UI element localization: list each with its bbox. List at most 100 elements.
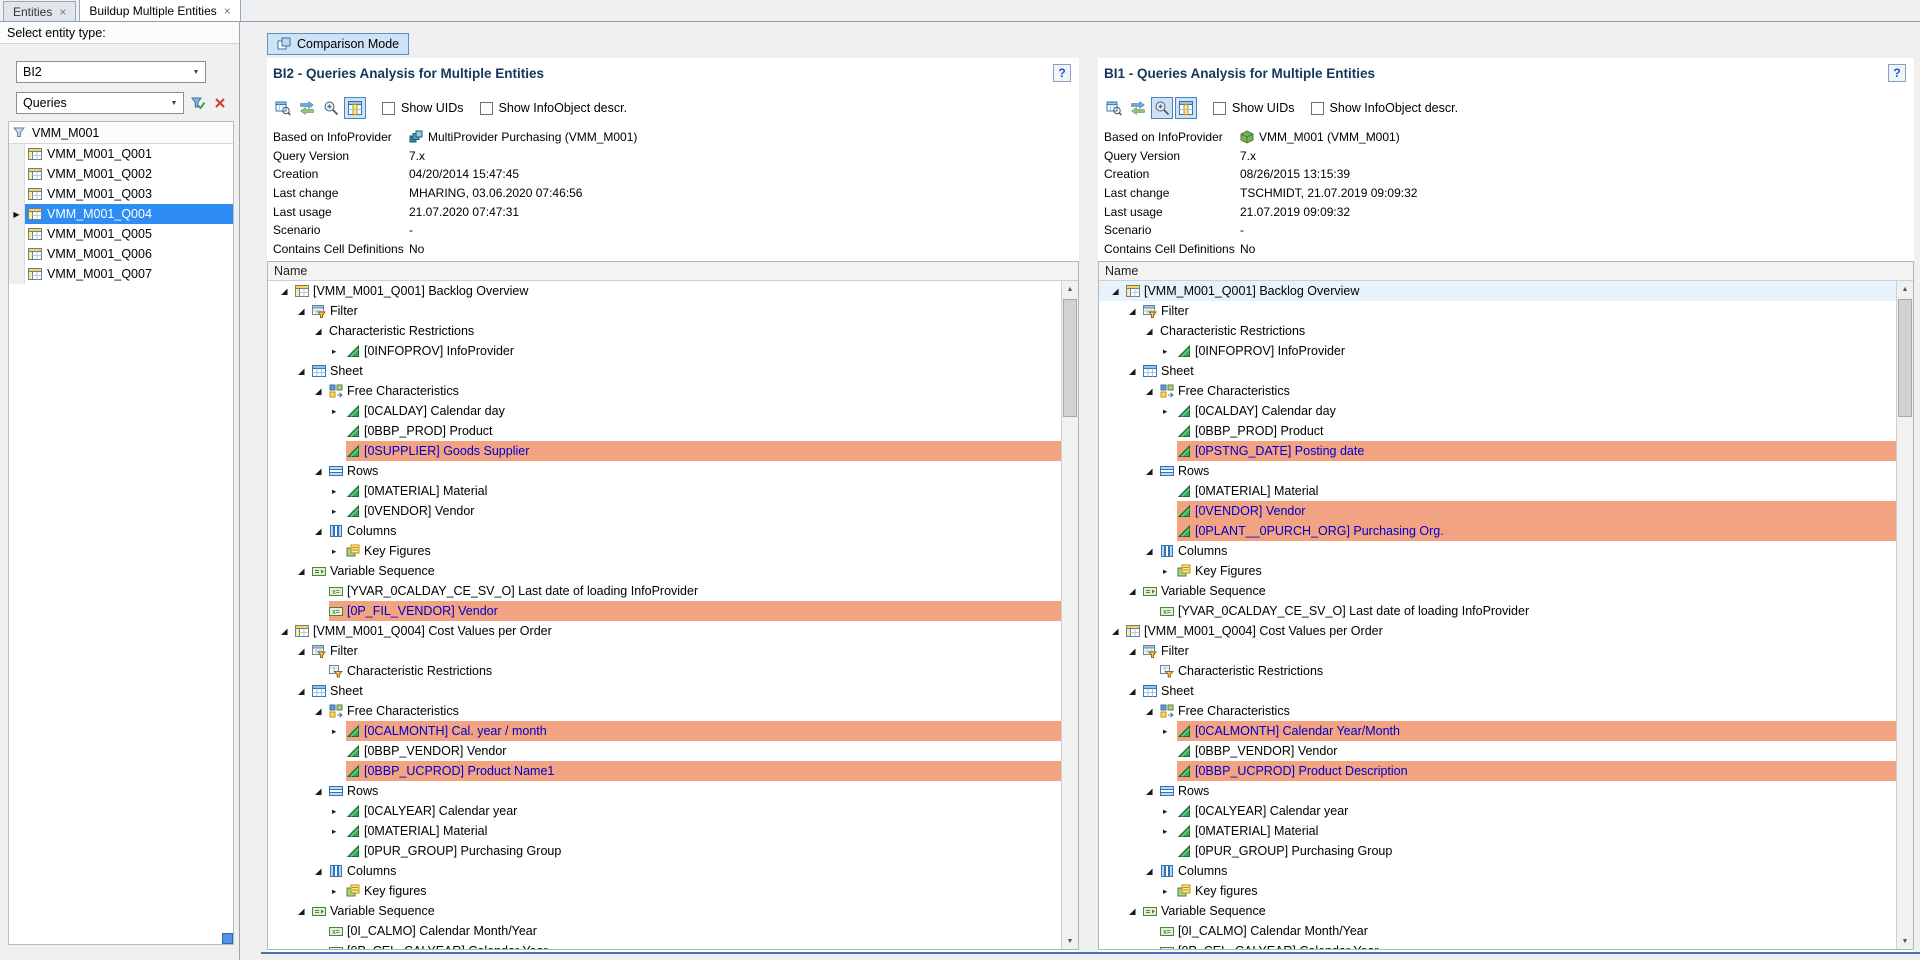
tree-row[interactable]: ◢Columns bbox=[268, 521, 1061, 541]
collapse-icon[interactable]: ◢ bbox=[279, 286, 295, 297]
tree-row-content[interactable]: [0VENDOR] Vendor bbox=[346, 501, 1061, 521]
collapse-icon[interactable]: ◢ bbox=[1144, 326, 1160, 337]
collapse-icon[interactable]: ◢ bbox=[296, 566, 312, 577]
tree-row[interactable]: x=[0P_CEL_CALYEAR] Calendar Year bbox=[1099, 941, 1896, 949]
tree-row[interactable]: ◢[VMM_M001_Q001] Backlog Overview bbox=[1099, 281, 1896, 301]
show-infoobject-descr-checkbox[interactable]: Show InfoObject descr. bbox=[480, 101, 628, 115]
tree-row[interactable]: ◢Rows bbox=[1099, 781, 1896, 801]
tree-row-content[interactable]: Variable Sequence bbox=[312, 561, 1061, 581]
tree-row[interactable]: ◢Sheet bbox=[1099, 681, 1896, 701]
tree-row-content[interactable]: [0CALMONTH] Cal. year / month bbox=[346, 721, 1061, 741]
chevron-down-icon[interactable]: ▼ bbox=[165, 100, 183, 107]
tree-row-content[interactable]: [0PUR_GROUP] Purchasing Group bbox=[346, 841, 1061, 861]
list-item[interactable]: VMM_M001_Q005 bbox=[9, 224, 233, 244]
tree-row-content[interactable]: [0INFOPROV] InfoProvider bbox=[1177, 341, 1896, 361]
tree-row[interactable]: Characteristic Restrictions bbox=[1099, 661, 1896, 681]
collapse-icon[interactable]: ◢ bbox=[1127, 906, 1143, 917]
collapse-icon[interactable]: ◢ bbox=[1144, 706, 1160, 717]
list-item[interactable]: VMM_M001_Q003 bbox=[9, 184, 233, 204]
collapse-icon[interactable]: ◢ bbox=[1127, 646, 1143, 657]
show-infoobject-descr-checkbox[interactable]: Show InfoObject descr. bbox=[1311, 101, 1459, 115]
expand-icon[interactable]: ▸ bbox=[330, 886, 346, 897]
scroll-thumb[interactable] bbox=[1898, 299, 1912, 417]
tree-row-content[interactable]: Sheet bbox=[312, 681, 1061, 701]
expand-icon[interactable]: ▸ bbox=[330, 506, 346, 517]
tree-row[interactable]: x=[0I_CALMO] Calendar Month/Year bbox=[268, 921, 1061, 941]
expand-icon[interactable]: ▸ bbox=[1161, 406, 1177, 417]
tree-row-content[interactable]: Characteristic Restrictions bbox=[1160, 321, 1896, 341]
collapse-icon[interactable]: ◢ bbox=[1144, 546, 1160, 557]
tree-row[interactable]: [0BBP_VENDOR] Vendor bbox=[1099, 741, 1896, 761]
table-search-button[interactable] bbox=[1103, 97, 1125, 119]
tree-row-content[interactable]: [0CALYEAR] Calendar year bbox=[346, 801, 1061, 821]
zoom-plus-button[interactable] bbox=[1151, 97, 1173, 119]
collapse-icon[interactable]: ◢ bbox=[1127, 306, 1143, 317]
tree-row-content[interactable]: Free Characteristics bbox=[329, 381, 1061, 401]
tree-row[interactable]: ◢Sheet bbox=[1099, 361, 1896, 381]
expand-icon[interactable]: ▸ bbox=[1161, 566, 1177, 577]
tree-row[interactable]: ◢Variable Sequence bbox=[268, 901, 1061, 921]
tree-row-content[interactable]: [0MATERIAL] Material bbox=[1177, 821, 1896, 841]
tree-row[interactable]: ▸Key figures bbox=[268, 881, 1061, 901]
tree-row-content[interactable]: [0PSTNG_DATE] Posting date bbox=[1177, 441, 1896, 461]
collapse-icon[interactable]: ◢ bbox=[1127, 586, 1143, 597]
scroll-down-button[interactable]: ▼ bbox=[1897, 933, 1913, 949]
tree-row-content[interactable]: Free Characteristics bbox=[1160, 701, 1896, 721]
tree-row-content[interactable]: Filter bbox=[312, 301, 1061, 321]
tree-row-content[interactable]: Key Figures bbox=[346, 541, 1061, 561]
tree-row[interactable]: ◢Characteristic Restrictions bbox=[268, 321, 1061, 341]
tree-row[interactable]: [0BBP_PROD] Product bbox=[268, 421, 1061, 441]
tree-row[interactable]: x=[0P_CEL_CALYEAR] Calendar Year bbox=[268, 941, 1061, 949]
tree-row[interactable]: ▸[0INFOPROV] InfoProvider bbox=[268, 341, 1061, 361]
entity-type-dropdown[interactable]: BI2 ▼ bbox=[16, 61, 206, 83]
collapse-icon[interactable]: ◢ bbox=[313, 866, 329, 877]
collapse-icon[interactable]: ◢ bbox=[296, 306, 312, 317]
collapse-icon[interactable]: ◢ bbox=[313, 526, 329, 537]
tree-row[interactable]: ◢[VMM_M001_Q004] Cost Values per Order bbox=[268, 621, 1061, 641]
tree-row-content[interactable]: [0BBP_PROD] Product bbox=[346, 421, 1061, 441]
collapse-icon[interactable]: ◢ bbox=[313, 466, 329, 477]
checkbox-icon[interactable] bbox=[1213, 102, 1226, 115]
tree-row[interactable]: ◢Free Characteristics bbox=[1099, 701, 1896, 721]
collapse-icon[interactable]: ◢ bbox=[1110, 286, 1126, 297]
tree-row[interactable]: [0PLANT__0PURCH_ORG] Purchasing Org. bbox=[1099, 521, 1896, 541]
tree-row-content[interactable]: Filter bbox=[1143, 641, 1896, 661]
tree-row[interactable]: ◢Variable Sequence bbox=[1099, 901, 1896, 921]
tree-row-content[interactable]: Key figures bbox=[1177, 881, 1896, 901]
expand-icon[interactable]: ▸ bbox=[330, 486, 346, 497]
tree-row-content[interactable]: Variable Sequence bbox=[1143, 901, 1896, 921]
tree-row[interactable]: [0BBP_UCPROD] Product Name1 bbox=[268, 761, 1061, 781]
tree-row[interactable]: ◢Variable Sequence bbox=[1099, 581, 1896, 601]
list-item-content[interactable]: VMM_M001_Q002 bbox=[25, 164, 233, 184]
tree-row[interactable]: ▸[0CALDAY] Calendar day bbox=[268, 401, 1061, 421]
tree-row[interactable]: ◢Filter bbox=[268, 301, 1061, 321]
tree-row[interactable]: ◢[VMM_M001_Q004] Cost Values per Order bbox=[1099, 621, 1896, 641]
tree-row-content[interactable]: [0MATERIAL] Material bbox=[1177, 481, 1896, 501]
tree-row[interactable]: [0VENDOR] Vendor bbox=[1099, 501, 1896, 521]
expand-icon[interactable]: ▸ bbox=[330, 346, 346, 357]
tree-row-content[interactable]: Sheet bbox=[1143, 681, 1896, 701]
tree-row[interactable]: ▸[0VENDOR] Vendor bbox=[268, 501, 1061, 521]
clear-filter-button[interactable] bbox=[210, 92, 230, 114]
tree-row[interactable]: [0BBP_VENDOR] Vendor bbox=[268, 741, 1061, 761]
tree-row[interactable]: ◢Free Characteristics bbox=[268, 381, 1061, 401]
tree-row[interactable]: [0PUR_GROUP] Purchasing Group bbox=[268, 841, 1061, 861]
tab-entities[interactable]: Entities × bbox=[3, 1, 76, 21]
tree-row-content[interactable]: [VMM_M001_Q004] Cost Values per Order bbox=[295, 621, 1061, 641]
tree-row[interactable]: ◢Filter bbox=[1099, 641, 1896, 661]
vertical-scrollbar[interactable]: ▲ ▼ bbox=[1896, 281, 1913, 949]
expand-icon[interactable]: ▸ bbox=[330, 726, 346, 737]
tree-row[interactable]: ▸[0MATERIAL] Material bbox=[268, 821, 1061, 841]
expand-icon[interactable]: ▸ bbox=[1161, 806, 1177, 817]
tree-row[interactable]: [0MATERIAL] Material bbox=[1099, 481, 1896, 501]
tree-row-content[interactable]: Characteristic Restrictions bbox=[329, 321, 1061, 341]
tree-row-content[interactable]: [0MATERIAL] Material bbox=[346, 481, 1061, 501]
tree-row-content[interactable]: Free Characteristics bbox=[1160, 381, 1896, 401]
help-icon[interactable]: ? bbox=[1053, 64, 1071, 82]
compare-arrows-button[interactable] bbox=[296, 97, 318, 119]
tree-row[interactable]: Characteristic Restrictions bbox=[268, 661, 1061, 681]
tree-row-content[interactable]: [0CALYEAR] Calendar year bbox=[1177, 801, 1896, 821]
tree-row[interactable]: x=[YVAR_0CALDAY_CE_SV_O] Last date of lo… bbox=[1099, 601, 1896, 621]
collapse-icon[interactable]: ◢ bbox=[1144, 786, 1160, 797]
tree-row-content[interactable]: Rows bbox=[1160, 781, 1896, 801]
